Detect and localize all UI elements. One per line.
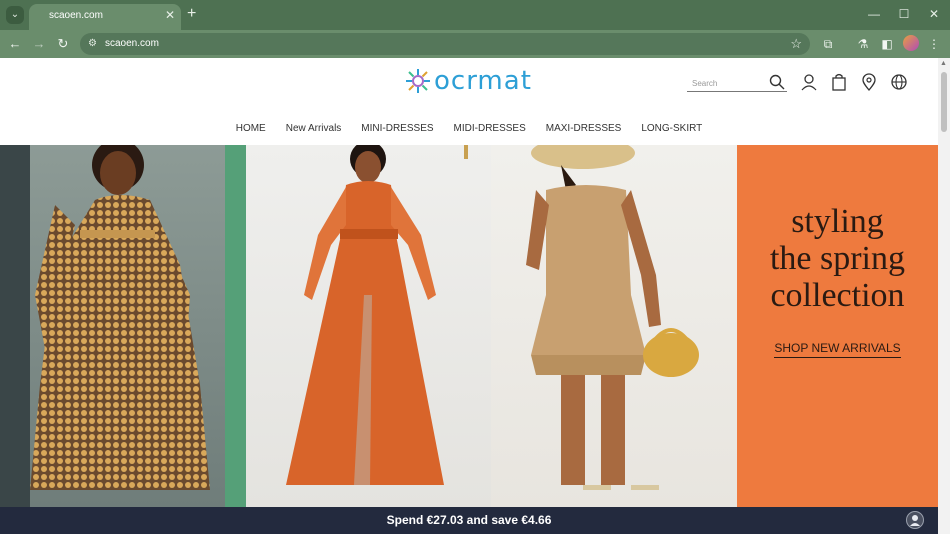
minimize-button[interactable]: —: [864, 6, 884, 22]
nav-item-home[interactable]: HOME: [226, 122, 276, 138]
forward-button[interactable]: →: [30, 35, 48, 53]
scroll-thumb[interactable]: [941, 72, 947, 132]
promo-line-3: collection: [770, 277, 905, 314]
back-button[interactable]: ←: [6, 35, 24, 53]
search-placeholder: Search: [692, 79, 718, 88]
menu-icon[interactable]: ⋮: [926, 36, 942, 52]
profile-avatar[interactable]: [903, 35, 919, 51]
cart-icon[interactable]: [830, 73, 848, 91]
tab-title: scaoen.com: [49, 10, 103, 21]
hero-image-orange-dress[interactable]: [246, 145, 491, 507]
side-panel-icon[interactable]: ◧: [879, 36, 895, 52]
reload-button[interactable]: ↻: [54, 35, 72, 53]
globe-icon[interactable]: [890, 73, 908, 91]
logo-text: ocrmat: [434, 66, 532, 96]
bookmark-star-icon[interactable]: ☆: [790, 36, 802, 52]
site-info-icon[interactable]: ⚙: [88, 37, 97, 51]
new-tab-button[interactable]: +: [187, 5, 196, 23]
account-icon[interactable]: [800, 73, 818, 91]
tab-active[interactable]: scaoen.com ✕: [29, 4, 181, 30]
nav-item-new-arrivals[interactable]: New Arrivals: [276, 122, 352, 138]
tab-strip: ⌄ scaoen.com ✕ + — ☐ ✕: [0, 0, 950, 30]
nav-item-midi-dresses[interactable]: MIDI-DRESSES: [444, 122, 536, 138]
logo-snowflake-icon: [404, 67, 432, 95]
extensions-icon[interactable]: ⧉: [820, 36, 836, 52]
promo-bar: Spend €27.03 and save €4.66: [0, 507, 938, 534]
nav-item-mini-dresses[interactable]: MINI-DRESSES: [351, 122, 443, 138]
address-bar[interactable]: ⚙ scaoen.com ☆: [80, 33, 810, 55]
site-logo[interactable]: ocrmat: [404, 66, 532, 96]
promo-panel[interactable]: styling the spring collection SHOP NEW A…: [737, 145, 938, 507]
page-scrollbar[interactable]: ▲: [938, 58, 950, 534]
window-close-button[interactable]: ✕: [924, 6, 944, 22]
nav-item-maxi-dresses[interactable]: MAXI-DRESSES: [536, 122, 632, 138]
hero-image-gold-dress[interactable]: [0, 145, 246, 507]
promo-heading: styling the spring collection: [737, 203, 938, 314]
tab-search-button[interactable]: ⌄: [6, 6, 24, 24]
web-page: ocrmat Search HOME New Arrivals MINI-DRE…: [0, 58, 938, 534]
hero-image-crochet-dress[interactable]: [491, 145, 737, 507]
chat-support-icon[interactable]: [906, 511, 924, 529]
maximize-button[interactable]: ☐: [894, 6, 914, 22]
nav-item-long-skirt[interactable]: LONG-SKIRT: [631, 122, 712, 138]
hero-banner[interactable]: styling the spring collection SHOP NEW A…: [0, 145, 938, 507]
url-text[interactable]: scaoen.com: [105, 38, 159, 49]
scroll-up-arrow-icon[interactable]: ▲: [940, 60, 947, 67]
promo-bar-text: Spend €27.03 and save €4.66: [386, 513, 552, 527]
browser-toolbar: ← → ↻ ⚙ scaoen.com ☆ ⧉ ⚗ ◧ ⋮: [0, 30, 950, 58]
main-nav: HOME New Arrivals MINI-DRESSES MIDI-DRES…: [0, 122, 938, 138]
tab-close-icon[interactable]: ✕: [165, 8, 175, 22]
promo-line-1: styling: [791, 203, 884, 240]
promo-line-2: the spring: [769, 240, 906, 277]
location-icon[interactable]: [860, 73, 878, 92]
search-field[interactable]: Search: [687, 72, 787, 92]
labs-icon[interactable]: ⚗: [855, 36, 871, 52]
shop-new-arrivals-link[interactable]: SHOP NEW ARRIVALS: [737, 341, 938, 358]
search-icon[interactable]: [769, 74, 785, 95]
shop-new-arrivals-label: SHOP NEW ARRIVALS: [774, 341, 901, 358]
